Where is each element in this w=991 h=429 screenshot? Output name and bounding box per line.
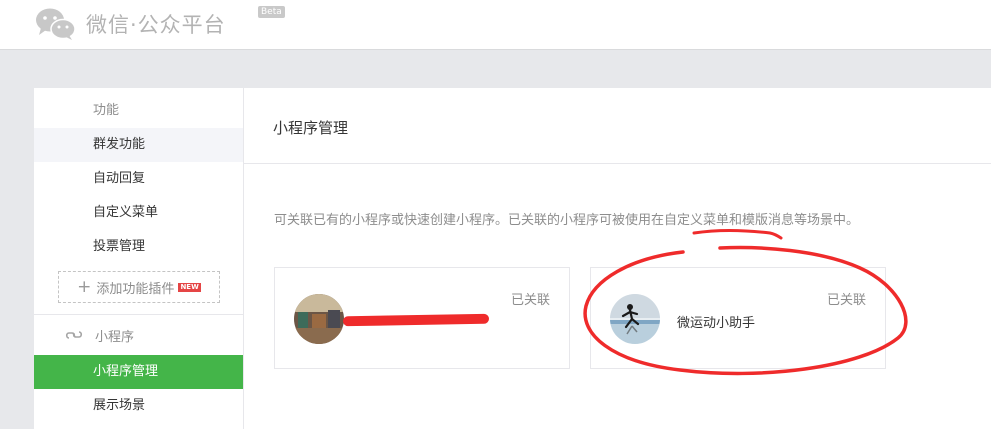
add-plugin-button[interactable]: + 添加功能插件 NEW	[58, 271, 220, 303]
beta-badge: Beta	[258, 6, 285, 18]
sidebar-section-miniprogram: 小程序	[34, 315, 243, 355]
main-panel: 小程序管理 可关联已有的小程序或快速创建小程序。已关联的小程序可被使用在自定义菜…	[244, 88, 991, 429]
plus-icon: +	[77, 276, 92, 297]
sidebar: 功能 群发功能 自动回复 自定义菜单 投票管理 + 添加功能插件 NEW 小程序…	[34, 88, 244, 429]
sidebar-item-auto-reply[interactable]: 自动回复	[34, 162, 243, 196]
add-plugin-label: 添加功能插件	[96, 281, 175, 297]
miniprogram-card[interactable]: 微运动小助手 已关联	[590, 267, 886, 369]
miniprogram-name: 微运动小助手	[677, 316, 756, 331]
section-label: 功能	[93, 102, 120, 118]
description-text: 可关联已有的小程序或快速创建小程序。已关联的小程序可被使用在自定义菜单和模版消息…	[274, 213, 860, 228]
sidebar-item-custom-menu[interactable]: 自定义菜单	[34, 196, 243, 230]
sidebar-section-function: 功能	[34, 88, 243, 128]
miniprogram-avatar	[294, 294, 344, 344]
wechat-logo[interactable]: 微信·公众平台	[34, 6, 226, 42]
link-icon	[65, 327, 83, 343]
sidebar-item-display-scene[interactable]: 展示场景	[34, 389, 243, 423]
page-title: 小程序管理	[244, 88, 991, 164]
miniprogram-card[interactable]: 已关联	[274, 267, 570, 369]
top-header: 微信·公众平台 Beta	[0, 0, 991, 50]
section-label: 小程序	[95, 329, 135, 345]
sidebar-item-mass-send[interactable]: 群发功能	[34, 128, 243, 162]
logo-title: 微信·公众平台	[86, 13, 226, 37]
wechat-logo-icon	[34, 6, 78, 42]
new-badge: NEW	[178, 282, 201, 292]
sidebar-item-miniprogram-manage[interactable]: 小程序管理	[34, 355, 243, 389]
miniprogram-avatar	[610, 294, 660, 344]
redaction-mark	[342, 313, 490, 327]
linked-status: 已关联	[510, 293, 550, 308]
grid-icon	[65, 100, 81, 116]
sidebar-item-vote[interactable]: 投票管理	[34, 230, 243, 264]
linked-status: 已关联	[826, 293, 866, 308]
